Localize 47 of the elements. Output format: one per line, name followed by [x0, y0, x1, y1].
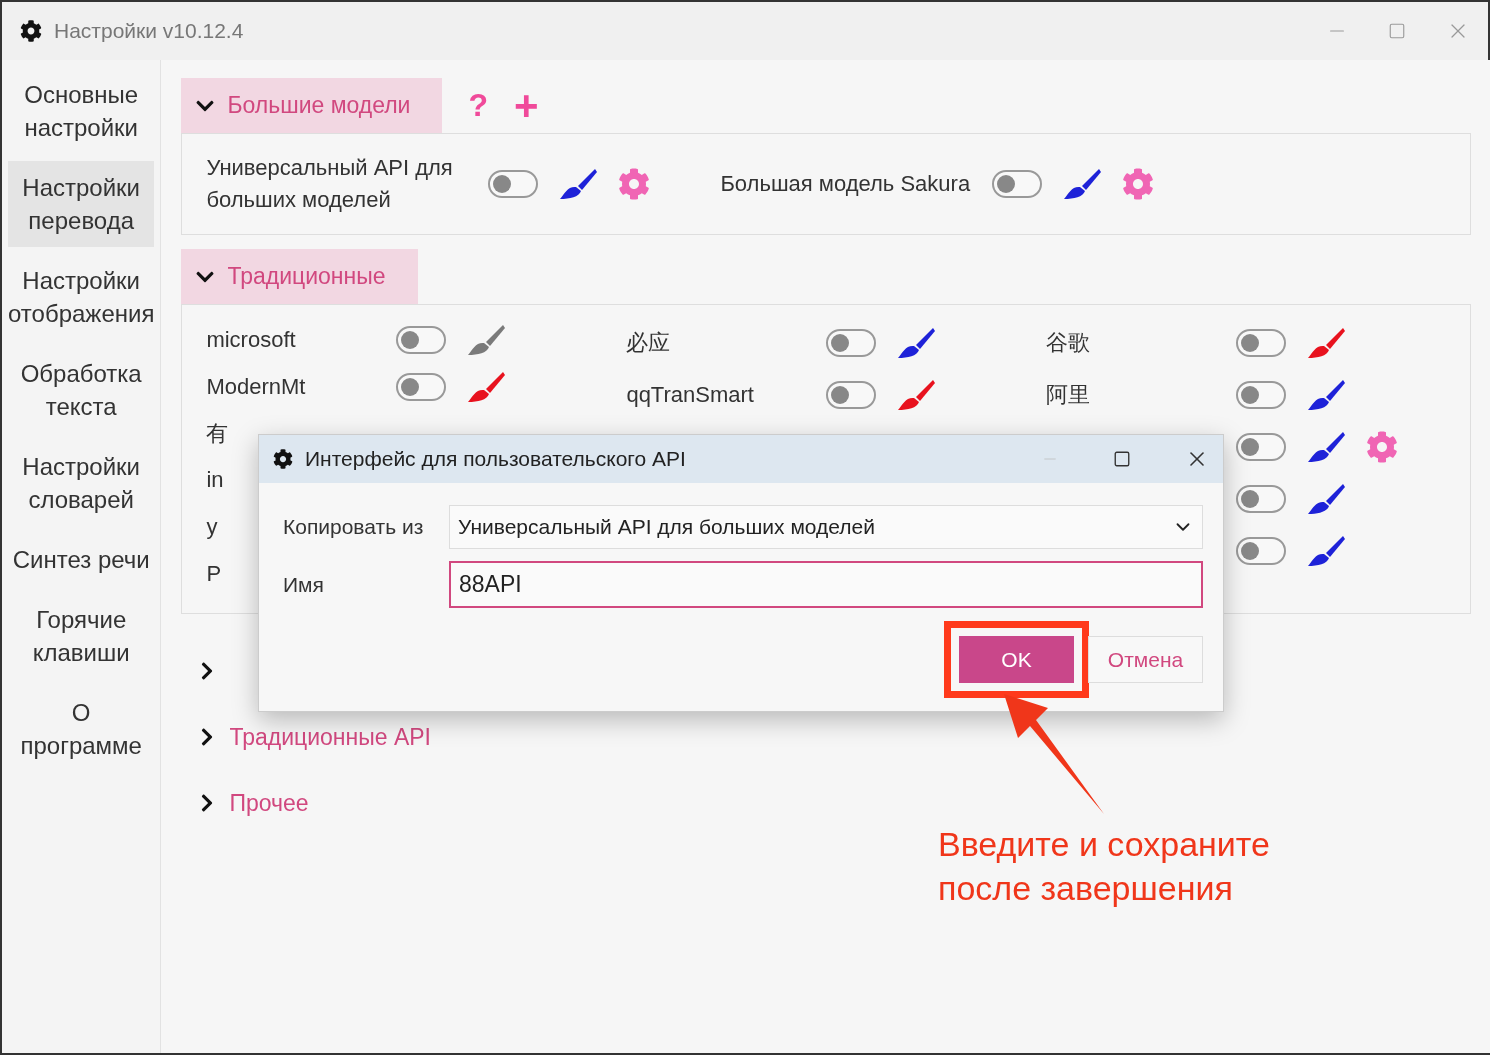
toggle-switch[interactable] — [396, 373, 447, 401]
toggle-switch[interactable] — [826, 381, 877, 409]
service-label: ModernMt — [206, 373, 307, 401]
window-title: Настройки v10.12.4 — [54, 19, 244, 43]
gear-icon[interactable] — [618, 168, 651, 200]
sidebar-item[interactable]: Синтез речи — [8, 533, 155, 586]
service-label: P — [206, 559, 222, 588]
service-label: 必应 — [626, 329, 672, 357]
toggle-switch[interactable] — [992, 170, 1043, 198]
service-label: y — [206, 513, 218, 541]
section-header[interactable]: Традиционные API — [181, 704, 1472, 770]
service-label: microsoft — [206, 326, 297, 355]
sidebar-item[interactable]: Настройки словарей — [8, 440, 155, 526]
service-label: Большая модель Sakura — [720, 170, 972, 198]
gear-icon — [20, 20, 42, 42]
toggle-switch[interactable] — [1236, 433, 1287, 461]
toggle-switch[interactable] — [1236, 381, 1287, 409]
toggle-switch[interactable] — [1236, 537, 1287, 565]
field-label: Имя — [283, 572, 325, 597]
toggle-switch[interactable] — [826, 329, 877, 357]
sidebar-item[interactable]: Горячие клавиши — [8, 593, 155, 679]
dialog-title: Интерфейс для пользовательского API — [305, 447, 686, 471]
copy-from-dropdown[interactable]: Универсальный API для больших моделей — [449, 505, 1203, 549]
sidebar-item[interactable]: Обработка текста — [8, 347, 155, 433]
sidebar-item[interactable]: О программе — [8, 686, 155, 772]
sidebar-item[interactable]: Настройки отображения — [8, 254, 155, 340]
toggle-switch[interactable] — [1236, 329, 1287, 357]
service-label: in — [206, 466, 224, 495]
service-label: 谷歌 — [1046, 329, 1092, 357]
sidebar-item[interactable]: Основные настройки — [8, 68, 155, 154]
gear-icon — [273, 449, 293, 469]
service-label: 阿里 — [1046, 381, 1092, 409]
sidebar-item[interactable]: Настройки перевода — [8, 161, 155, 247]
field-label: Копировать из — [283, 515, 425, 539]
toggle-switch[interactable] — [396, 326, 447, 355]
annotation-text: Введите и сохраните после завершения — [938, 824, 1270, 909]
maximize-icon[interactable] — [1113, 450, 1131, 468]
service-label: 有 — [206, 419, 229, 448]
service-label: Универсальный API для больших моделей — [206, 154, 454, 214]
service-label: qqTranSmart — [626, 381, 755, 409]
cancel-button[interactable]: Отмена — [1088, 636, 1203, 683]
gear-icon[interactable] — [1122, 168, 1155, 200]
ok-button[interactable]: OK — [959, 636, 1074, 683]
gear-icon[interactable] — [1366, 431, 1399, 463]
toggle-switch[interactable] — [1236, 485, 1287, 513]
toggle-switch[interactable] — [488, 170, 539, 198]
name-field[interactable]: 88API — [449, 561, 1203, 608]
